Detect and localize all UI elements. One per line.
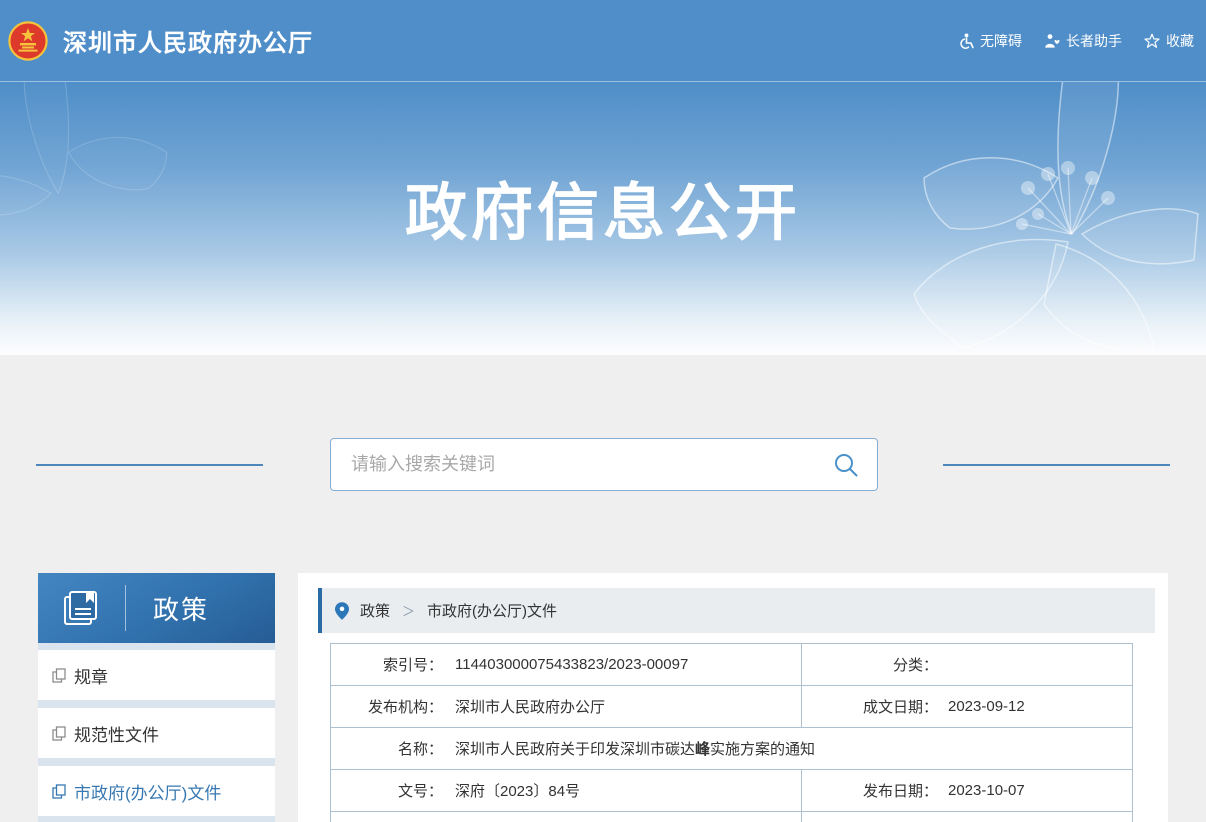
date-published-label: 发布日期： [802,780,938,801]
national-emblem-logo [8,21,48,61]
page-title: 政府信息公开 [0,82,1206,252]
table-row: 文号： 深府〔2023〕84号 发布日期： 2023-10-07 [331,770,1132,812]
sidebar-header-label: 政策 [153,590,209,627]
main-panel: 政策 ＞ 市政府(办公厅)文件 索引号： 114403000075433823/… [298,573,1168,822]
date-published-value: 2023-10-07 [948,782,1025,799]
index-number-label: 索引号： [331,654,443,675]
document-name-value: 深圳市人民政府关于印发深圳市碳达峰实施方案的通知 [455,738,815,759]
document-icon [52,726,66,741]
breadcrumb-item-policy[interactable]: 政策 [360,600,390,621]
sidebar-item-normative-documents[interactable]: 规范性文件 [38,708,275,758]
left-decorative-line [36,464,263,466]
issuing-agency-label: 发布机构： [331,696,443,717]
elder-assist-icon [1044,33,1060,49]
location-pin-icon [335,602,349,620]
table-row: 发布机构： 深圳市人民政府办公厅 成文日期： 2023-09-12 [331,686,1132,728]
search-input[interactable] [331,454,833,475]
index-number-cell: 索引号： 114403000075433823/2023-00097 [331,644,801,685]
table-row: 索引号： 114403000075433823/2023-00097 分类： [331,644,1132,686]
document-name-label: 名称： [331,738,443,759]
document-number-value: 深府〔2023〕84号 [455,780,580,801]
search-button[interactable] [833,452,877,478]
right-decorative-line [943,464,1170,466]
issuing-agency-value: 深圳市人民政府办公厅 [455,696,605,717]
document-name-cell: 名称： 深圳市人民政府关于印发深圳市碳达峰实施方案的通知 [331,728,1132,769]
top-links: 无障碍 长者助手 收藏 [958,31,1194,51]
document-number-cell: 文号： 深府〔2023〕84号 [331,770,801,811]
date-written-value: 2023-09-12 [948,698,1025,715]
document-icon [52,668,66,683]
site-title: 深圳市人民政府办公厅 [63,23,313,58]
sidebar-header: 政策 [38,573,275,643]
document-name-part1: 深圳市人民政府关于印发深圳市碳达 [455,741,695,758]
category-cell: 分类： [801,644,1132,685]
sidebar-item-regulations[interactable]: 规章 [38,650,275,700]
issuing-agency-cell: 发布机构： 深圳市人民政府办公厅 [331,686,801,727]
content-area: 政策 规章 规范性文件 市政府(办公厅)文件 [0,573,1206,822]
favorite-label: 收藏 [1166,31,1194,51]
sidebar-item-label: 规章 [74,663,108,688]
sidebar-header-divider [125,585,126,631]
document-number-label: 文号： [331,780,443,801]
favorite-link[interactable]: 收藏 [1144,31,1194,51]
date-published-cell: 发布日期： 2023-10-07 [801,770,1132,811]
accessibility-icon [958,33,974,49]
elder-assist-link[interactable]: 长者助手 [1044,31,1122,51]
book-icon [60,587,102,629]
accessibility-link[interactable]: 无障碍 [958,31,1022,51]
accessibility-label: 无障碍 [980,31,1022,51]
search-section [0,355,1206,573]
top-bar: 深圳市人民政府办公厅 无障碍 长者助手 收藏 [0,0,1206,82]
sidebar-item-label: 规范性文件 [74,721,159,746]
category-label: 分类： [802,654,938,675]
policy-sidebar: 政策 规章 规范性文件 市政府(办公厅)文件 [38,573,275,822]
page-banner: 政府信息公开 [0,82,1206,355]
search-box [330,438,878,491]
breadcrumb-item-current[interactable]: 市政府(办公厅)文件 [427,600,557,621]
breadcrumb-separator: ＞ [402,601,415,620]
star-icon [1144,33,1160,49]
table-row: 名称： 深圳市人民政府关于印发深圳市碳达峰实施方案的通知 [331,728,1132,770]
document-metadata-table: 索引号： 114403000075433823/2023-00097 分类： 发… [330,643,1133,822]
document-icon [52,784,66,799]
date-written-cell: 成文日期： 2023-09-12 [801,686,1132,727]
sidebar-menu: 规章 规范性文件 市政府(办公厅)文件 [38,643,275,822]
elder-assist-label: 长者助手 [1066,31,1122,51]
date-written-label: 成文日期： [802,696,938,717]
sidebar-item-label: 市政府(办公厅)文件 [74,779,221,804]
breadcrumb: 政策 ＞ 市政府(办公厅)文件 [318,588,1155,633]
document-name-highlighted-keyword: 峰 [695,741,710,758]
sidebar-item-municipal-government-documents[interactable]: 市政府(办公厅)文件 [38,766,275,816]
search-icon [833,452,859,478]
document-name-part2: 实施方案的通知 [710,741,815,758]
index-number-value: 114403000075433823/2023-00097 [455,656,688,673]
